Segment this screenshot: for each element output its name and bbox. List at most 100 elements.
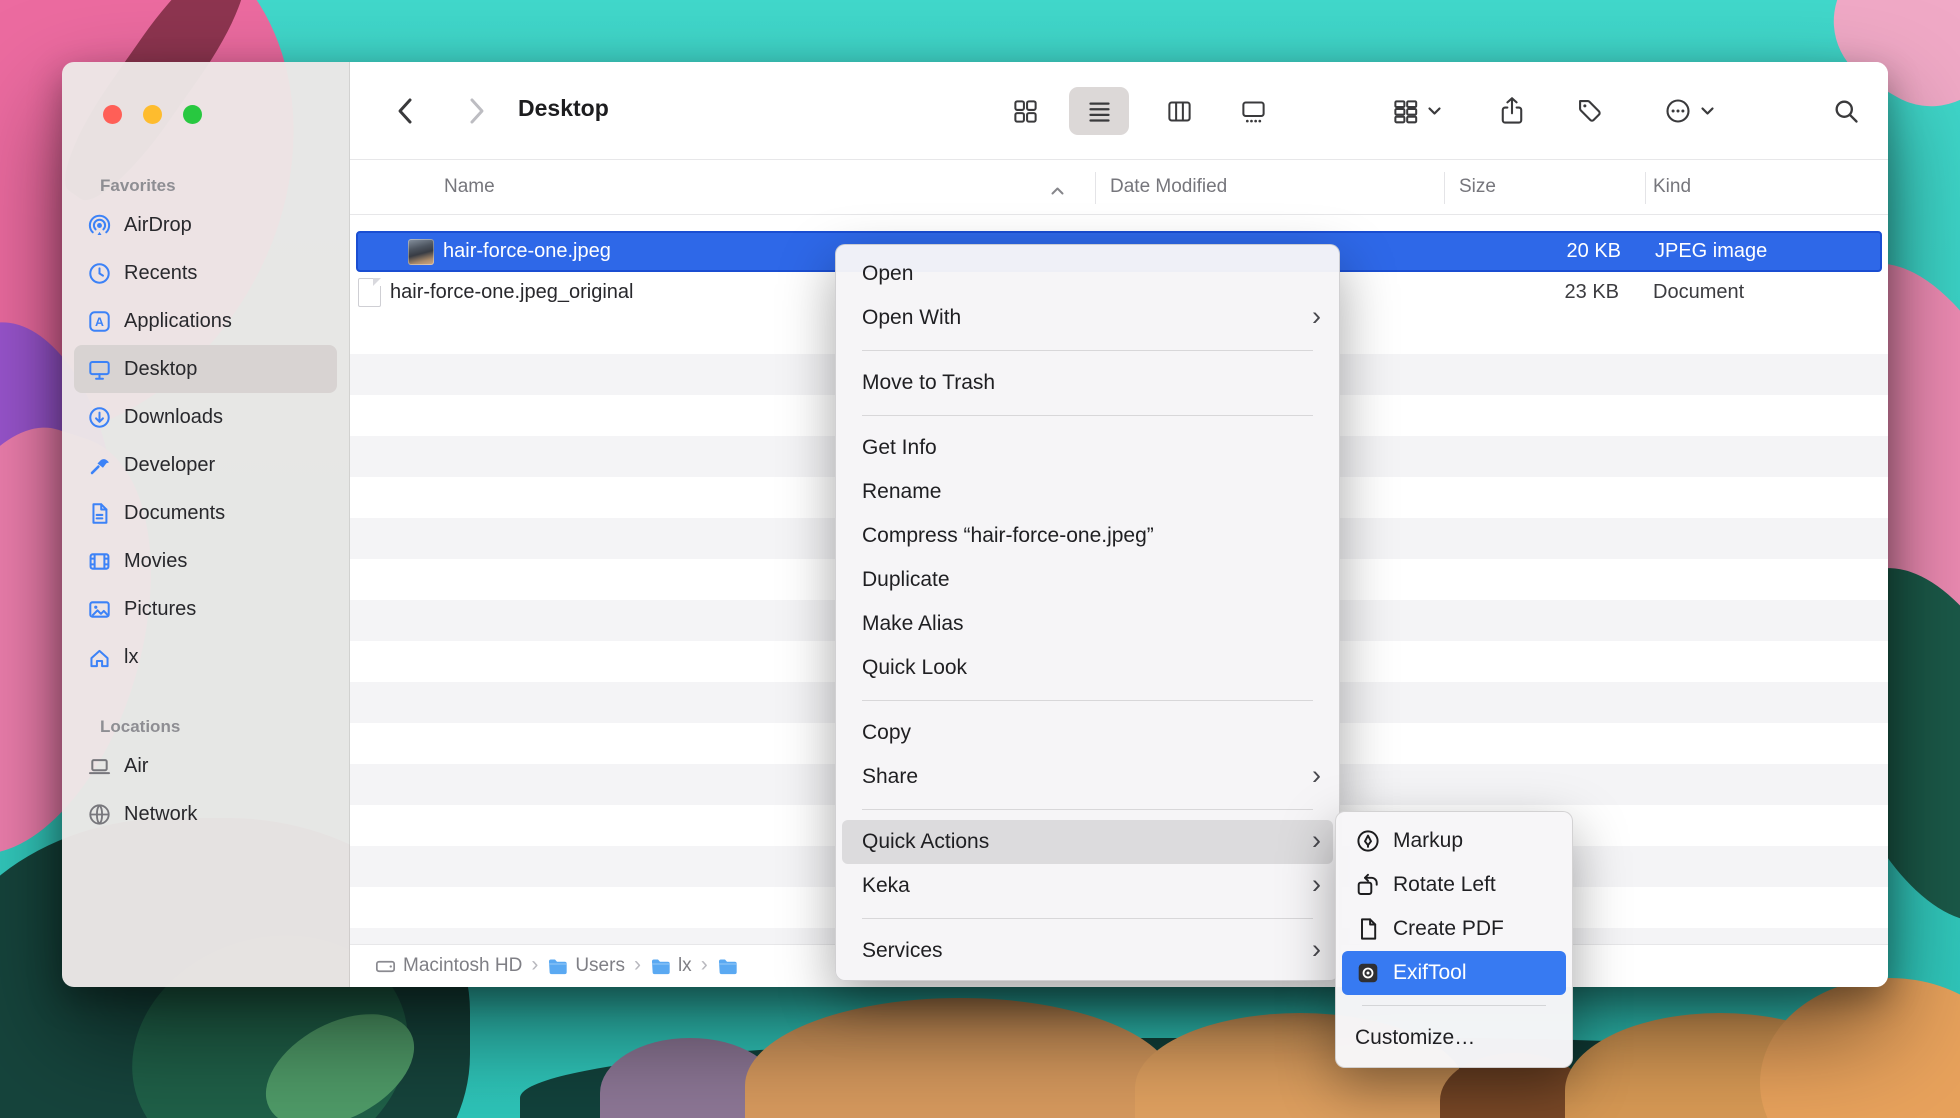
drive-icon [375, 956, 396, 977]
wallpaper-shape [745, 998, 1175, 1118]
path-item-macintosh-hd[interactable]: Macintosh HD [375, 955, 522, 977]
menu-item-label: Share [862, 765, 918, 789]
zoom-window-button[interactable] [183, 105, 202, 124]
menu-item-services[interactable]: Services › [842, 929, 1333, 973]
path-item-users[interactable]: Users [547, 955, 625, 977]
tag-button[interactable] [1568, 90, 1612, 132]
sidebar-item-airdrop[interactable]: AirDrop [74, 201, 337, 249]
file-name: hair-force-one.jpeg_original [390, 281, 633, 304]
share-button[interactable] [1490, 90, 1534, 132]
menu-item-make-alias[interactable]: Make Alias [842, 602, 1333, 646]
submenu-item-label: ExifTool [1393, 961, 1467, 985]
folder-icon [650, 956, 671, 977]
menu-item-open-with[interactable]: Open With › [842, 296, 1333, 340]
submenu-item-customize[interactable]: Customize… [1342, 1016, 1566, 1060]
column-divider[interactable] [1645, 172, 1646, 204]
menu-divider [862, 809, 1313, 810]
column-header-date-modified[interactable]: Date Modified [1110, 176, 1227, 198]
sidebar-item-label: Downloads [124, 406, 223, 429]
forward-button[interactable] [460, 93, 494, 129]
sidebar-section-title-favorites: Favorites [100, 176, 349, 196]
menu-item-rename[interactable]: Rename [842, 470, 1333, 514]
menu-item-label: Quick Look [862, 656, 967, 680]
submenu-item-rotate-left[interactable]: Rotate Left [1342, 863, 1566, 907]
column-headers: Name Date Modified Size Kind [350, 159, 1888, 215]
photo-icon [86, 598, 113, 621]
menu-item-share[interactable]: Share › [842, 755, 1333, 799]
sidebar-item-label: Pictures [124, 598, 196, 621]
column-view-button[interactable] [1149, 87, 1209, 135]
icon-view-button[interactable] [995, 87, 1055, 135]
menu-item-quick-actions[interactable]: Quick Actions › [842, 820, 1333, 864]
sidebar: Favorites AirDrop Recents A Applications… [62, 62, 350, 987]
file-size: 20 KB [1446, 240, 1621, 263]
menu-item-duplicate[interactable]: Duplicate [842, 558, 1333, 602]
submenu-item-label: Customize… [1355, 1026, 1475, 1050]
menu-item-label: Move to Trash [862, 371, 995, 395]
column-header-size[interactable]: Size [1459, 176, 1496, 198]
sidebar-item-label: AirDrop [124, 214, 192, 237]
menu-item-open[interactable]: Open [842, 252, 1333, 296]
list-view-button[interactable] [1069, 87, 1129, 135]
sidebar-item-label: Developer [124, 454, 215, 477]
applications-icon: A [86, 310, 113, 333]
sidebar-item-applications[interactable]: A Applications [74, 297, 337, 345]
menu-item-label: Make Alias [862, 612, 964, 636]
globe-icon [86, 803, 113, 826]
sidebar-item-network[interactable]: Network [74, 790, 337, 838]
menu-item-label: Get Info [862, 436, 937, 460]
group-button[interactable] [1376, 92, 1458, 130]
menu-item-compress[interactable]: Compress “hair-force-one.jpeg” [842, 514, 1333, 558]
sidebar-item-developer[interactable]: Developer [74, 441, 337, 489]
menu-divider [862, 350, 1313, 351]
menu-item-label: Copy [862, 721, 911, 745]
submenu-item-create-pdf[interactable]: Create PDF [1342, 907, 1566, 951]
column-header-name[interactable]: Name [444, 176, 495, 198]
path-separator: › [701, 953, 708, 977]
path-item-lx[interactable]: lx [650, 955, 692, 977]
menu-item-move-to-trash[interactable]: Move to Trash [842, 361, 1333, 405]
menu-item-get-info[interactable]: Get Info [842, 426, 1333, 470]
sidebar-item-downloads[interactable]: Downloads [74, 393, 337, 441]
close-window-button[interactable] [103, 105, 122, 124]
path-label: Users [575, 955, 625, 977]
menu-item-keka[interactable]: Keka › [842, 864, 1333, 908]
sidebar-item-movies[interactable]: Movies [74, 537, 337, 585]
column-divider[interactable] [1444, 172, 1445, 204]
more-actions-button[interactable] [1648, 90, 1730, 132]
menu-item-copy[interactable]: Copy [842, 711, 1333, 755]
submenu-item-exiftool[interactable]: ExifTool [1342, 951, 1566, 995]
sidebar-item-air[interactable]: Air [74, 742, 337, 790]
submenu-item-markup[interactable]: Markup [1342, 819, 1566, 863]
window-title: Desktop [518, 95, 609, 122]
menu-item-label: Open [862, 262, 913, 286]
search-button[interactable] [1824, 90, 1868, 132]
back-button[interactable] [388, 93, 422, 129]
svg-text:A: A [95, 315, 104, 329]
column-divider[interactable] [1095, 172, 1096, 204]
submenu-item-label: Markup [1393, 829, 1463, 853]
sidebar-item-desktop[interactable]: Desktop [74, 345, 337, 393]
chevron-down-icon [1427, 106, 1442, 116]
film-icon [86, 550, 113, 573]
path-separator: › [634, 953, 641, 977]
sidebar-item-label: Air [124, 755, 148, 778]
gallery-view-button[interactable] [1223, 87, 1283, 135]
sidebar-item-recents[interactable]: Recents [74, 249, 337, 297]
sidebar-item-documents[interactable]: Documents [74, 489, 337, 537]
sidebar-item-pictures[interactable]: Pictures [74, 585, 337, 633]
column-header-kind[interactable]: Kind [1653, 176, 1691, 198]
minimize-window-button[interactable] [143, 105, 162, 124]
create-pdf-icon [1355, 917, 1381, 941]
sidebar-item-label: Network [124, 803, 197, 826]
window-controls [62, 62, 349, 124]
quick-actions-submenu: Markup Rotate Left Create PDF ExifTool C… [1335, 811, 1573, 1068]
sidebar-item-home-lx[interactable]: lx [74, 633, 337, 681]
home-icon [86, 646, 113, 669]
menu-item-label: Quick Actions [862, 830, 989, 854]
laptop-icon [86, 755, 113, 778]
wallpaper-shape [1760, 978, 1960, 1118]
path-item-truncated-folder[interactable] [717, 956, 738, 977]
clock-icon [86, 262, 113, 285]
menu-item-quick-look[interactable]: Quick Look [842, 646, 1333, 690]
